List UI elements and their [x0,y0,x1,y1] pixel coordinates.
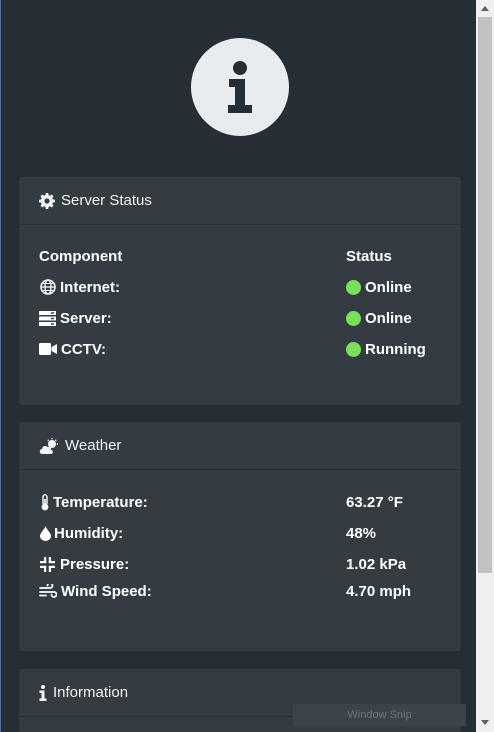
information-title: Information [53,684,129,701]
server-icon [39,310,56,327]
status-value: Online [365,278,412,296]
weather-label: Temperature: [53,493,148,511]
server-status-card: Server Status Component Status Internet:… [19,177,461,405]
weather-label: Pressure: [60,555,130,573]
column-header-component: Component [39,247,123,265]
status-value: Online [365,309,412,327]
weather-label: Wind Speed: [61,582,152,600]
gear-icon [39,192,55,209]
status-indicator-icon [346,341,361,357]
table-row: Internet: Online [39,275,461,299]
weather-value: 1.02 kPa [346,555,407,573]
wind-icon [39,583,57,600]
video-camera-icon [39,341,57,358]
server-status-title: Server Status [61,192,152,209]
weather-label: Humidity: [54,524,124,542]
server-status-table-header: Component Status [39,244,461,268]
status-indicator-icon [346,279,361,295]
droplet-icon [39,525,51,542]
compress-icon [39,556,56,573]
table-row: Humidity: 48% [39,521,461,545]
scroll-up-arrow-icon[interactable] [476,0,494,17]
scrollbar-thumb[interactable] [478,17,492,573]
info-icon [39,684,47,701]
browser-window: Server Status Component Status Internet:… [0,0,494,732]
window-snip-overlay[interactable]: Window Snip [293,704,466,726]
component-label: Server: [60,309,112,327]
info-logo-icon [191,38,289,136]
column-header-status: Status [346,247,392,265]
weather-value: 48% [346,524,377,542]
weather-value: 63.27 °F [346,493,403,511]
weather-card: Weather Temperature: 63.27 °F Humidity: … [19,422,461,651]
server-status-header: Server Status [19,177,461,225]
vertical-scrollbar[interactable] [476,0,494,732]
weather-title: Weather [65,437,122,454]
globe-icon [39,279,56,296]
cloud-sun-icon [39,437,59,454]
dashboard-viewport: Server Status Component Status Internet:… [2,0,476,732]
weather-value: 4.70 mph [346,582,412,600]
table-row: Server: Online [39,306,461,330]
component-label: CCTV: [61,340,106,358]
scroll-down-arrow-icon[interactable] [476,714,494,731]
table-row: Pressure: 1.02 kPa [39,552,461,576]
thermometer-icon [39,493,51,511]
table-row: Wind Speed: 4.70 mph [39,579,461,603]
table-row: Temperature: 63.27 °F [39,490,461,514]
table-row: CCTV: Running [39,337,461,361]
status-value: Running [365,340,426,358]
status-indicator-icon [346,310,361,326]
component-label: Internet: [60,278,120,296]
weather-header: Weather [19,422,461,470]
